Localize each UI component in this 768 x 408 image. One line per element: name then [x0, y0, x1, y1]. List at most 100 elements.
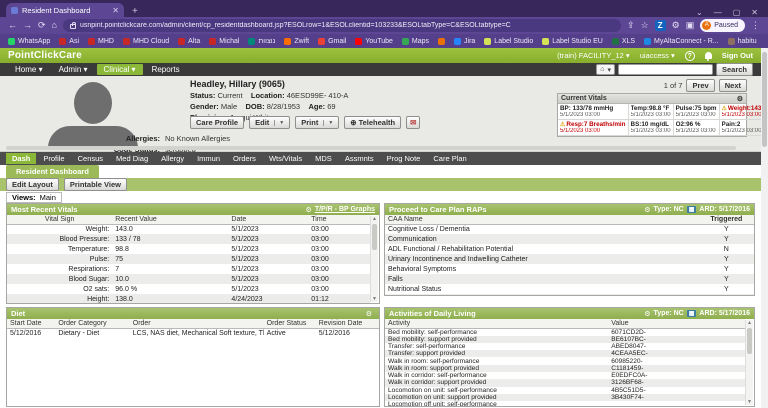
bookmark-item[interactable]: YouTube: [355, 38, 393, 45]
views-selector[interactable]: Views: Main: [6, 192, 62, 203]
browser-tab[interactable]: Resident Dashboard ✕: [6, 3, 124, 17]
notifications-bell-icon[interactable]: [705, 52, 712, 59]
app-header: PointClickCare (train) FACILITY_12 ▾ uia…: [0, 48, 761, 63]
bookmark-item[interactable]: MHD Cloud: [123, 38, 169, 45]
tab-prog-note[interactable]: Prog Note: [381, 153, 427, 164]
bookmark-star-icon[interactable]: ☆: [641, 21, 649, 30]
home-icon[interactable]: ⌂: [52, 21, 57, 30]
tab-care-plan[interactable]: Care Plan: [427, 153, 472, 164]
search-scope-dropdown[interactable]: ⌂ ▾: [596, 64, 615, 75]
table-row: Locomotion off unit: self-performance: [385, 401, 745, 407]
window-close-icon[interactable]: ✕: [751, 8, 758, 17]
cell-label: Pulse:: [7, 254, 112, 264]
gear-icon[interactable]: ⚙: [366, 310, 372, 318]
tab-immun[interactable]: Immun: [191, 153, 226, 164]
nav-clinical[interactable]: Clinical ▾: [97, 64, 143, 75]
gear-icon[interactable]: ⚙: [644, 206, 650, 214]
bookmark-favicon: [248, 38, 255, 45]
care-profile-button[interactable]: Care Profile: [190, 116, 244, 129]
help-icon[interactable]: ?: [685, 51, 695, 61]
table-row: Nutritional StatusY: [385, 284, 754, 294]
bookmark-item[interactable]: Gmail: [318, 38, 346, 45]
sign-out-link[interactable]: Sign Out: [722, 51, 753, 60]
forward-icon[interactable]: →: [23, 21, 32, 30]
bookmark-item[interactable]: Jira: [454, 38, 475, 45]
nav-reports[interactable]: Reports: [145, 64, 187, 75]
tab-census[interactable]: Census: [72, 153, 109, 164]
window-chevron-icon[interactable]: ⌄: [696, 8, 703, 17]
window-maximize-icon[interactable]: ▢: [733, 8, 741, 17]
tab-med-diag[interactable]: Med Diag: [110, 153, 154, 164]
extensions-icon[interactable]: ⚙: [672, 21, 680, 30]
nav-home[interactable]: Home ▾: [8, 64, 50, 75]
menu-kebab-icon[interactable]: ⋮: [751, 21, 760, 30]
profile-paused-button[interactable]: A Paused: [700, 19, 745, 32]
edit-layout-button[interactable]: Edit Layout: [6, 178, 59, 191]
bookmark-item[interactable]: Asi: [59, 38, 79, 45]
gear-icon[interactable]: ⚙: [644, 310, 650, 318]
cell-value: 7: [112, 264, 228, 274]
edit-dropdown-button[interactable]: Edit▼: [249, 116, 290, 129]
bookmark-item[interactable]: Maps: [402, 38, 429, 45]
tab-profile[interactable]: Profile: [37, 153, 70, 164]
bookmark-item[interactable]: WhatsApp: [8, 38, 50, 45]
tab-wts-vitals[interactable]: Wts/Vitals: [263, 153, 308, 164]
telehealth-button[interactable]: ⊕ Telehealth: [344, 116, 401, 129]
bookmark-item[interactable]: Label Studio: [484, 38, 533, 45]
side-panel-icon[interactable]: ▣: [686, 21, 695, 30]
resident-dashboard-tab[interactable]: Resident Dashboard: [6, 165, 99, 178]
bookmark-label: habitu: [738, 38, 757, 45]
pointclickcare-logo: PointClickCare: [8, 50, 82, 61]
adl-scrollbar[interactable]: ▲▼: [745, 320, 753, 405]
bookmark-item[interactable]: Zwift: [284, 38, 309, 45]
url-field[interactable]: usnpint.pointclickcare.com/admin/client/…: [63, 19, 621, 32]
bookmark-item[interactable]: Label Studio EU: [542, 38, 603, 45]
reload-icon[interactable]: ⟳: [38, 21, 46, 30]
table-row: Walk in room: support providedC1181459-: [385, 365, 745, 372]
tab-orders[interactable]: Orders: [227, 153, 262, 164]
bookmark-item[interactable]: MHD: [88, 38, 114, 45]
nav-admin[interactable]: Admin ▾: [52, 64, 95, 75]
tab-close-icon[interactable]: ✕: [112, 6, 119, 15]
current-vitals-gear-icon[interactable]: ⚙: [737, 95, 743, 103]
cell-label: Weight:: [7, 224, 112, 234]
tab-mds[interactable]: MDS: [309, 153, 338, 164]
back-icon[interactable]: ←: [8, 21, 17, 30]
horizontal-scrollbar[interactable]: [6, 146, 736, 150]
print-dropdown-button[interactable]: Print▼: [295, 116, 339, 129]
bookmark-item[interactable]: XLS: [612, 38, 635, 45]
vitals-scrollbar[interactable]: ▲▼: [370, 216, 378, 302]
gear-icon[interactable]: ⚙: [306, 206, 312, 214]
cell-activity: Locomotion on unit: support provided: [385, 394, 608, 401]
next-button[interactable]: Next: [719, 79, 747, 92]
bookmark-item[interactable]: habitu: [728, 38, 757, 45]
window-minimize-icon[interactable]: —: [714, 8, 722, 17]
bookmark-item[interactable]: Alta: [178, 38, 200, 45]
bookmark-item[interactable]: Michal: [209, 38, 239, 45]
cell-triggered: Y: [699, 224, 754, 234]
user-dropdown[interactable]: uiaccess ▾: [640, 51, 675, 60]
cell-order: LCS, NAS diet, Mechanical Soft texture, …: [130, 328, 264, 338]
share-icon[interactable]: ⇪: [627, 21, 635, 30]
nc-badge-icon: ▦: [687, 310, 697, 317]
table-row: Weight:143.05/1/202303:00: [7, 224, 370, 234]
tab-dash[interactable]: Dash: [6, 153, 36, 164]
cell-triggered: Y: [699, 274, 754, 284]
new-tab-icon[interactable]: +: [132, 6, 138, 17]
bookmark-item[interactable]: MyAltaConnect - R...: [644, 38, 719, 45]
bookmark-item[interactable]: נוצוות: [248, 38, 275, 45]
adl-table: Activity Value Bed mobility: self-perfor…: [385, 319, 745, 407]
printable-view-button[interactable]: Printable View: [64, 178, 127, 191]
resident-search-input[interactable]: [618, 64, 713, 75]
tab-assmnts[interactable]: Assmnts: [339, 153, 380, 164]
cell-label: Blood Sugar:: [7, 274, 112, 284]
z-extension-icon[interactable]: Z: [655, 20, 666, 31]
tab-allergy[interactable]: Allergy: [155, 153, 190, 164]
page-scrollbar[interactable]: [761, 48, 768, 408]
bookmark-item[interactable]: [438, 38, 445, 45]
facility-dropdown[interactable]: (train) FACILITY_12 ▾: [557, 51, 630, 60]
secure-message-button[interactable]: ✉: [406, 116, 420, 129]
prev-button[interactable]: Prev: [686, 79, 714, 92]
bp-graphs-link[interactable]: T/P/R - BP Graphs: [315, 206, 375, 213]
search-button[interactable]: Search: [716, 63, 753, 76]
